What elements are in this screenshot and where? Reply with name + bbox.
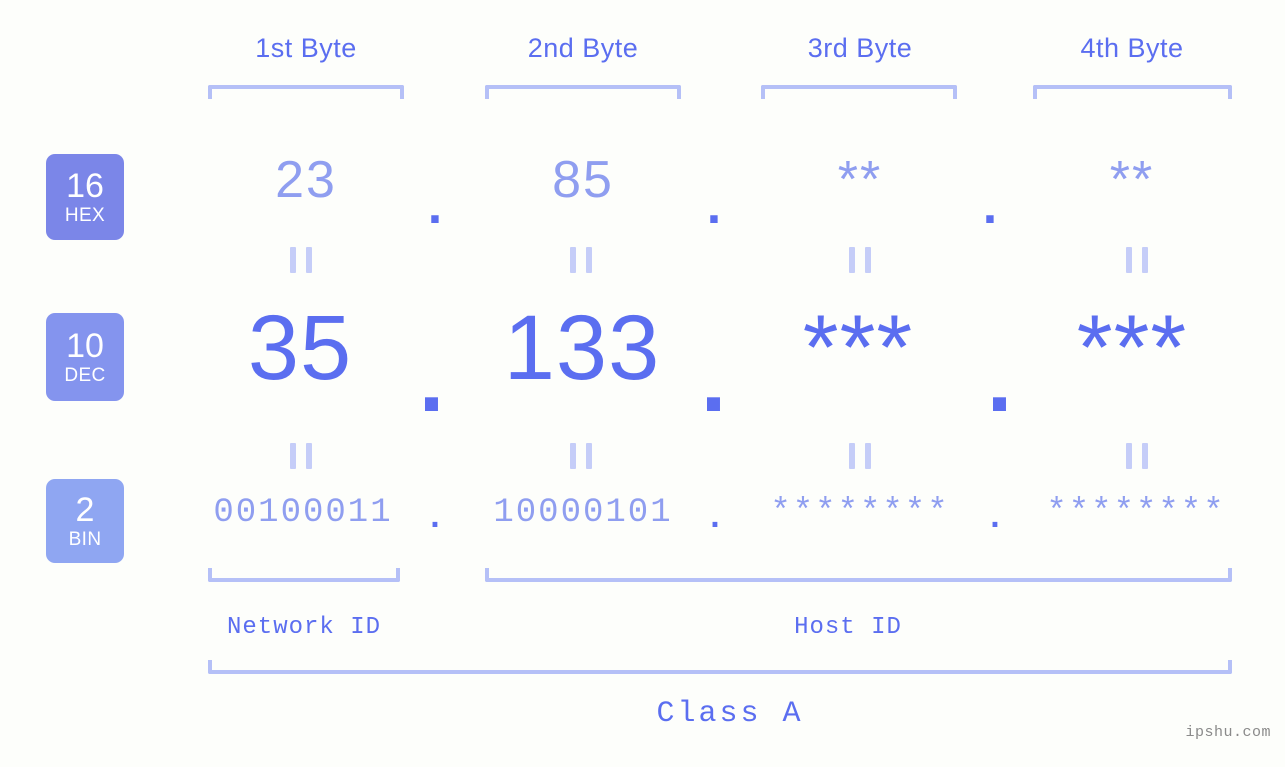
bin-separator-1: . [424,500,448,538]
host-id-bracket [485,568,1232,582]
equals-connector-dec-bin-3 [849,443,871,469]
hex-octet-4: ** [1109,151,1155,209]
class-bracket [208,660,1232,674]
bin-octet-3: ******** [770,494,950,532]
hex-octet-1: 23 [275,151,337,209]
address-class-label: Class A [656,697,804,731]
dec-octet-3: *** [802,297,914,399]
bin-octet-2: 10000101 [493,494,673,532]
site-watermark: ipshu.com [1185,724,1271,741]
dec-octet-2: 133 [503,297,661,399]
ip-address-breakdown-diagram: 1st Byte 2nd Byte 3rd Byte 4th Byte 16 H… [0,0,1285,767]
equals-connector-hex-dec-2 [570,247,592,273]
hex-octet-3: ** [837,151,883,209]
byte-bracket-3 [761,85,957,99]
bin-separator-3: . [984,500,1008,538]
byte-bracket-2 [485,85,681,99]
network-id-label: Network ID [226,614,382,641]
dec-octet-1: 35 [247,297,353,399]
equals-connector-hex-dec-1 [290,247,312,273]
byte-header-1: 1st Byte [255,33,357,63]
base-badge-bin-number: 2 [75,491,95,529]
base-badge-bin: 2 BIN [46,479,124,563]
base-badge-dec-number: 10 [66,327,104,365]
base-badge-hex-number: 16 [66,167,104,205]
hex-octet-2: 85 [552,151,614,209]
hex-separator-3: . [982,177,1000,235]
bin-separator-2: . [704,500,728,538]
byte-header-2: 2nd Byte [527,33,639,63]
byte-header-3: 3rd Byte [807,33,913,63]
hex-separator-2: . [706,177,724,235]
base-badge-hex-abbr: HEX [64,205,106,226]
network-id-bracket [208,568,400,582]
base-badge-dec-abbr: DEC [64,365,106,386]
dec-separator-2: . [700,329,728,431]
hex-separator-1: . [427,177,445,235]
bin-octet-1: 00100011 [213,494,393,532]
bin-octet-4: ******** [1046,494,1226,532]
base-badge-bin-abbr: BIN [68,529,102,550]
equals-connector-dec-bin-2 [570,443,592,469]
equals-connector-dec-bin-4 [1126,443,1148,469]
byte-header-4: 4th Byte [1080,33,1184,63]
equals-connector-dec-bin-1 [290,443,312,469]
byte-bracket-1 [208,85,404,99]
host-id-label: Host ID [794,614,902,641]
base-badge-dec: 10 DEC [46,313,124,401]
byte-bracket-4 [1033,85,1232,99]
dec-separator-1: . [418,329,446,431]
base-badge-hex: 16 HEX [46,154,124,240]
dec-separator-3: . [986,329,1014,431]
dec-octet-4: *** [1076,297,1188,399]
equals-connector-hex-dec-3 [849,247,871,273]
equals-connector-hex-dec-4 [1126,247,1148,273]
